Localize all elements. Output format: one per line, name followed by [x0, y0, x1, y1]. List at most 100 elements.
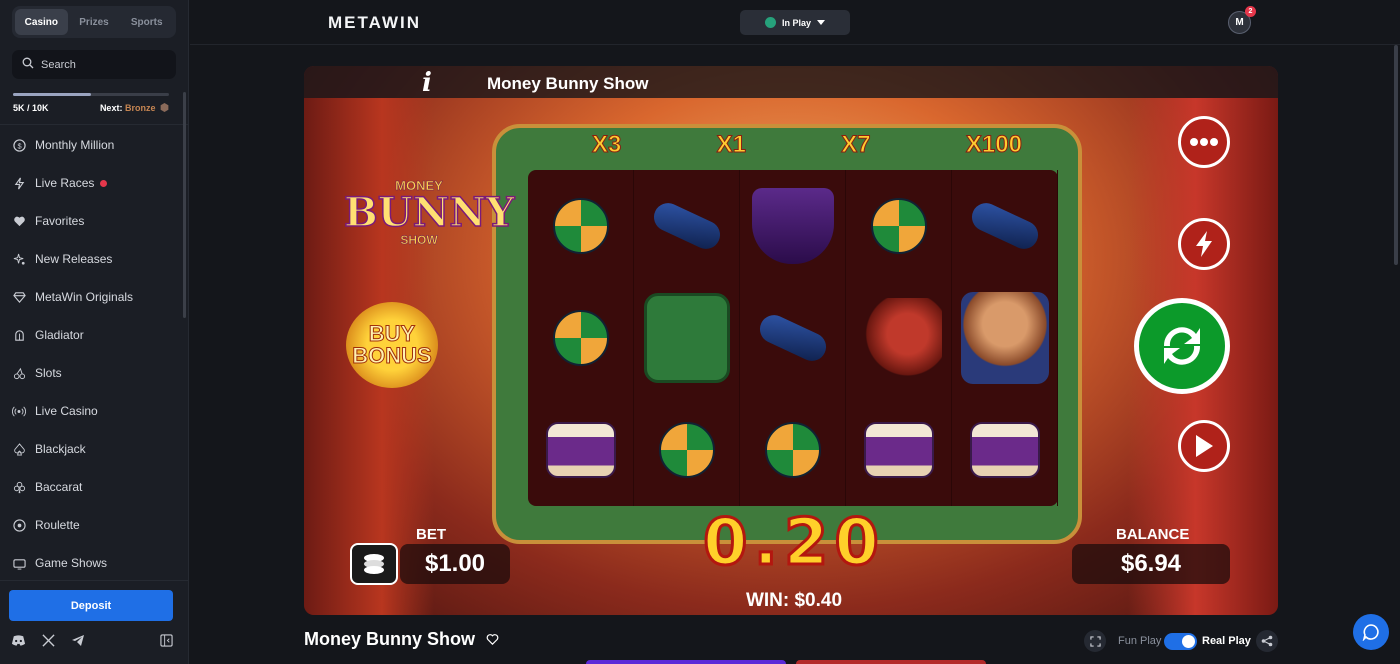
- balance-label: BALANCE: [1116, 526, 1190, 543]
- sidebar-item-game-shows[interactable]: Game Shows: [0, 544, 189, 582]
- sidebar-item-metawin-originals[interactable]: MetaWin Originals: [0, 278, 189, 316]
- beach-ball-symbol: [870, 198, 927, 254]
- sidebar-item-label: Roulette: [35, 518, 80, 532]
- multiplier-x3: X3: [591, 131, 622, 159]
- lightning-icon: [12, 176, 26, 190]
- sparkle-icon: [12, 252, 26, 266]
- reel-symbol: [952, 170, 1058, 282]
- beach-ball-symbol: [552, 310, 609, 366]
- sidebar-item-label: Monthly Million: [35, 138, 115, 152]
- reels-grid: [528, 170, 1058, 506]
- top-bar: METAWIN In Play M 2: [190, 0, 1400, 45]
- spin-button[interactable]: [1134, 298, 1230, 394]
- page-scrollbar[interactable]: [1394, 45, 1398, 265]
- sidebar-item-slots[interactable]: Slots: [0, 354, 189, 392]
- search-input[interactable]: Search: [12, 50, 176, 79]
- sidebar-item-label: Favorites: [35, 214, 85, 228]
- helmet-icon: [12, 328, 26, 342]
- sidebar-item-baccarat[interactable]: Baccarat: [0, 468, 189, 506]
- in-play-dropdown[interactable]: In Play: [740, 10, 850, 35]
- club-icon: [12, 480, 26, 494]
- bet-value: $1.00: [400, 544, 510, 584]
- tab-sports[interactable]: Sports: [120, 9, 173, 35]
- sidebar-nav: $ Monthly Million Live Races Favorites N…: [0, 126, 189, 582]
- reel-symbol: [528, 394, 634, 506]
- reel-symbol: [740, 394, 846, 506]
- chevron-down-icon: [817, 18, 825, 28]
- beach-ball-symbol: [552, 198, 609, 254]
- in-play-label: In Play: [781, 17, 811, 28]
- sidebar-tabs: Casino Prizes Sports: [12, 6, 176, 38]
- sidebar-item-live-races[interactable]: Live Races: [0, 164, 189, 202]
- balance-value: $6.94: [1072, 544, 1230, 584]
- svg-text:$: $: [17, 141, 21, 150]
- tether-token-icon: [764, 17, 776, 28]
- reel-symbol: [528, 282, 634, 394]
- sidebar-item-label: Slots: [35, 366, 62, 380]
- metawin-logo[interactable]: METAWIN: [328, 13, 421, 33]
- real-play-label[interactable]: Real Play: [1202, 635, 1251, 647]
- bronze-hex-icon: [160, 103, 169, 112]
- page-title: Money Bunny Show: [304, 629, 475, 649]
- sidebar-scrollbar[interactable]: [183, 92, 186, 318]
- sidebar-item-favorites[interactable]: Favorites: [0, 202, 189, 240]
- magic-hat-symbol: [751, 188, 834, 264]
- chat-support-button[interactable]: [1353, 614, 1389, 650]
- game-frame[interactable]: i Money Bunny Show X3 X1 X7 X100 MONEY B…: [304, 66, 1278, 615]
- reel-symbol: [846, 282, 952, 394]
- xp-next-level: Bronze: [124, 103, 156, 113]
- lightning-icon: [1196, 231, 1212, 257]
- fullscreen-icon: [1089, 635, 1101, 647]
- drum-symbol: [863, 422, 934, 478]
- xp-progress-fill: [13, 93, 91, 96]
- menu-dots-button[interactable]: [1178, 116, 1230, 168]
- reel-symbol: [952, 282, 1058, 394]
- sidebar-item-monthly-million[interactable]: $ Monthly Million: [0, 126, 189, 164]
- promo-card-purple[interactable]: [586, 660, 786, 664]
- fun-play-label[interactable]: Fun Play: [1118, 635, 1161, 647]
- beach-ball-symbol: [764, 422, 821, 478]
- drum-symbol: [969, 422, 1040, 478]
- autoplay-button[interactable]: [1178, 420, 1230, 472]
- chat-bubble-icon: [1362, 624, 1379, 641]
- fullscreen-button[interactable]: [1084, 630, 1106, 652]
- heart-icon: [12, 214, 26, 228]
- tab-prizes[interactable]: Prizes: [68, 9, 121, 35]
- broadcast-icon: [12, 404, 26, 418]
- share-button[interactable]: [1256, 630, 1278, 652]
- sidebar-item-label: Live Races: [35, 176, 95, 190]
- promo-card-red[interactable]: [796, 660, 986, 664]
- buy-bonus-button[interactable]: BUY BONUS: [346, 302, 438, 388]
- x-twitter-icon[interactable]: [42, 634, 55, 652]
- bet-settings-button[interactable]: [350, 543, 398, 585]
- sidebar-item-roulette[interactable]: Roulette: [0, 506, 189, 544]
- juggling-pins-symbol: [966, 198, 1043, 254]
- info-icon[interactable]: i: [422, 68, 432, 98]
- share-icon: [1261, 635, 1273, 647]
- collapse-sidebar-icon[interactable]: [160, 634, 173, 652]
- sidebar-item-new-releases[interactable]: New Releases: [0, 240, 189, 278]
- reel-symbol: [528, 170, 634, 282]
- multiplier-row: X3 X1 X7 X100: [591, 130, 1022, 160]
- sidebar-item-live-casino[interactable]: Live Casino: [0, 392, 189, 430]
- deposit-button[interactable]: Deposit: [9, 590, 173, 621]
- multiplier-x100: X100: [965, 131, 1022, 159]
- sidebar-item-label: Baccarat: [35, 480, 83, 494]
- xp-next-label: Next:: [99, 103, 123, 113]
- reel-symbol: [740, 170, 846, 282]
- cannon-symbol: [855, 298, 942, 378]
- favorite-heart-icon[interactable]: [486, 633, 499, 651]
- reel-symbol: [952, 394, 1058, 506]
- sidebar-item-label: Blackjack: [35, 442, 86, 456]
- sidebar-item-label: Live Casino: [35, 404, 98, 418]
- reel-symbol: [846, 394, 952, 506]
- turbo-button[interactable]: [1178, 218, 1230, 270]
- telegram-icon[interactable]: [71, 634, 85, 652]
- discord-icon[interactable]: [11, 634, 26, 652]
- xp-next: Next: Bronze: [100, 103, 169, 113]
- tab-casino[interactable]: Casino: [15, 9, 68, 35]
- sidebar-item-blackjack[interactable]: Blackjack: [0, 430, 189, 468]
- play-mode-toggle[interactable]: [1164, 633, 1197, 650]
- sidebar-item-gladiator[interactable]: Gladiator: [0, 316, 189, 354]
- xp-progress-bar: [13, 93, 169, 96]
